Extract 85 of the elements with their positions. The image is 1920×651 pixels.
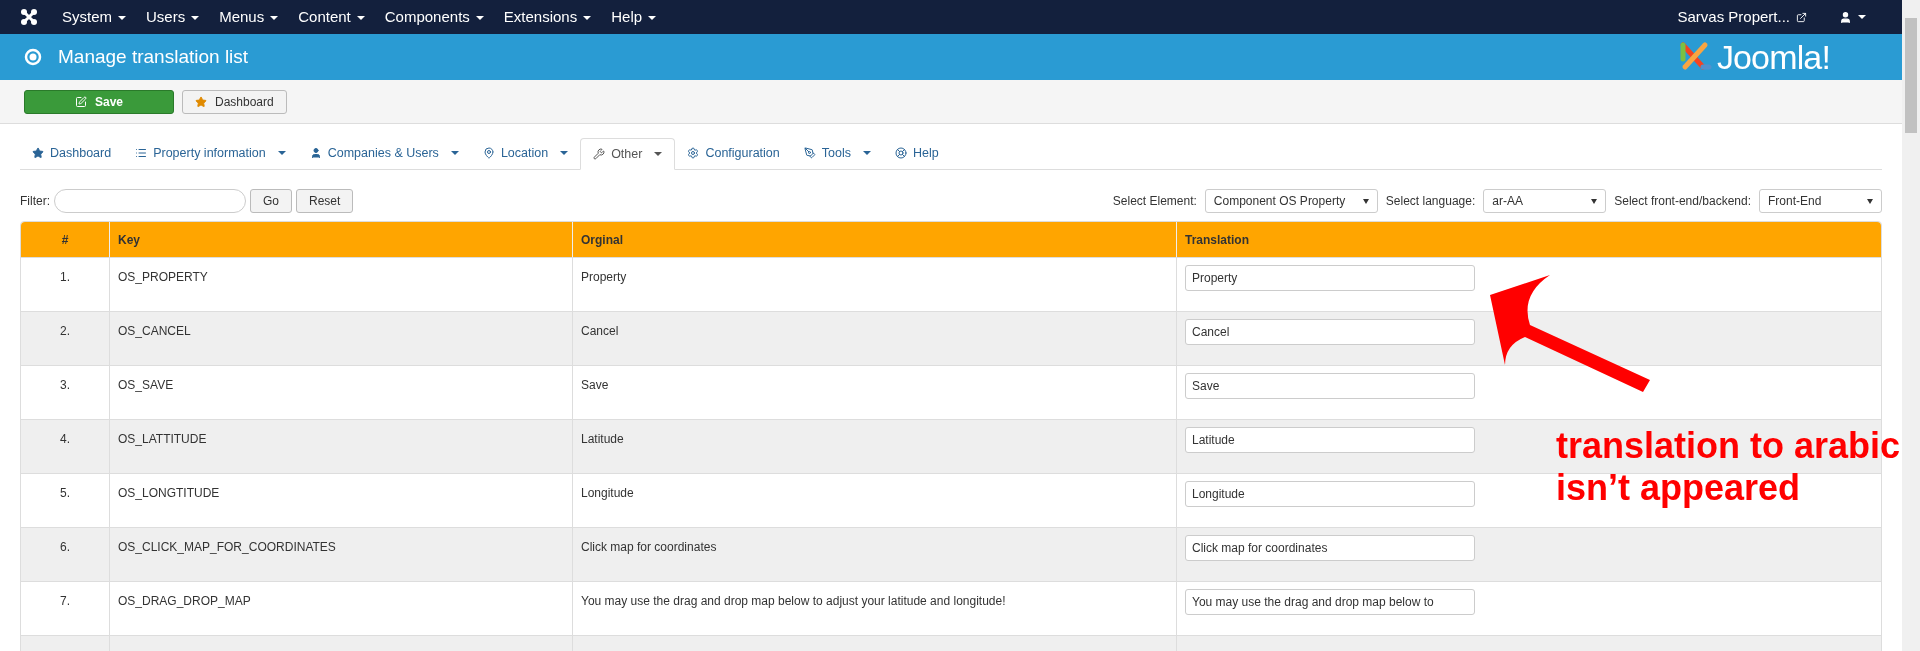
translation-field[interactable]: Property <box>1185 265 1475 291</box>
select-label: Select language: <box>1385 193 1476 210</box>
translation-field[interactable]: Save <box>1185 373 1475 399</box>
caret-icon <box>118 15 126 20</box>
nav-tab[interactable]: Tools <box>791 137 883 169</box>
star-icon <box>32 147 44 159</box>
menu-item[interactable]: Extensions <box>503 5 592 29</box>
joomla-logo-icon <box>20 8 38 26</box>
caret-icon <box>1858 15 1866 19</box>
caret-icon <box>191 15 200 20</box>
table-cell: 6. <box>60 540 70 554</box>
annotation-text: translation to arabic isn’t appeared <box>1556 425 1902 509</box>
nav-tab[interactable]: Location <box>470 137 581 169</box>
site-link[interactable]: Sarvas Propert... <box>1677 5 1790 29</box>
table-cell: 4. <box>60 432 70 446</box>
user-icon[interactable] <box>1839 10 1852 24</box>
table-cell: 3. <box>60 378 70 392</box>
nav-tab[interactable]: Property information <box>123 137 298 169</box>
table-cell: Latitude <box>581 432 624 446</box>
lifebuoy-icon <box>894 147 907 159</box>
table-cell: OS_CLICK_MAP_FOR_COORDINATES <box>118 540 336 554</box>
dropdown-caret-icon <box>1362 198 1369 204</box>
table-cell: 2. <box>60 324 70 338</box>
wrench-icon <box>593 148 606 160</box>
caret-icon <box>356 15 365 20</box>
joomla-logo-text: Joomla! <box>1716 36 1830 78</box>
table-cell: 7. <box>60 594 70 608</box>
table-cell: Property <box>581 270 627 284</box>
nav-tab[interactable]: Dashboard <box>20 137 124 169</box>
caret-icon <box>648 15 657 20</box>
menu-item[interactable]: Help <box>611 5 657 29</box>
dropdown-caret-icon <box>1867 198 1873 204</box>
nav-tab[interactable]: Help <box>882 137 951 169</box>
table-cell: Longitude <box>581 486 634 500</box>
table-cell: You may use the drag and drop map below to adjust your latitude and longitude! <box>581 594 1006 608</box>
radio-circle-icon <box>24 48 42 66</box>
external-link-icon <box>1796 11 1807 23</box>
table-cell: OS_PROPERTY <box>118 270 208 284</box>
translation-field[interactable]: Latitude <box>1185 427 1475 453</box>
table-cell: OS_LONGTITUDE <box>118 486 220 500</box>
caret-icon <box>583 15 592 20</box>
caret-icon <box>270 15 279 20</box>
translation-field[interactable]: You may use the drag and drop map below to <box>1185 589 1475 615</box>
edit-icon <box>75 95 87 108</box>
list-icon <box>135 147 148 159</box>
page-title: Manage translation list <box>58 44 249 69</box>
column-header: # <box>60 231 70 249</box>
nav-tab[interactable]: Other <box>580 138 676 170</box>
table-cell: OS_SAVE <box>118 378 174 392</box>
table-cell: Save <box>581 378 609 392</box>
select-dropdown[interactable]: Component OS Property <box>1204 189 1378 213</box>
menu-item[interactable]: Components <box>384 5 484 29</box>
select-label: Select front-end/backend: <box>1614 193 1751 210</box>
nav-tab[interactable]: Companies & Users <box>297 137 471 169</box>
translation-field[interactable]: Cancel <box>1185 319 1475 345</box>
gear-icon <box>687 147 700 159</box>
table-cell: Click map for coordinates <box>581 540 717 554</box>
save-button[interactable]: Save <box>24 89 174 114</box>
select-label: Select Element: <box>1112 193 1197 210</box>
filter-label: Filter: <box>20 193 50 210</box>
user-icon <box>309 147 322 159</box>
table-cell: Cancel <box>581 324 619 338</box>
menu-item[interactable]: System <box>62 5 126 29</box>
select-dropdown[interactable]: Front-End <box>1759 189 1882 213</box>
pen-icon <box>803 147 816 159</box>
filter-button[interactable]: Reset <box>296 189 354 213</box>
table-cell: 1. <box>60 270 70 284</box>
table-cell: OS_DRAG_DROP_MAP <box>118 594 251 608</box>
menu-item[interactable]: Content <box>298 5 365 29</box>
menu-item[interactable]: Menus <box>219 5 279 29</box>
table-cell: OS_CANCEL <box>118 324 191 338</box>
filter-button[interactable]: Go <box>250 189 292 213</box>
nav-tab[interactable]: Configuration <box>675 137 792 169</box>
dashboard-button[interactable]: Dashboard <box>182 89 287 114</box>
table-cell: OS_LATTITUDE <box>118 432 207 446</box>
translation-field[interactable]: Click map for coordinates <box>1185 535 1475 561</box>
table-cell: 5. <box>60 486 70 500</box>
pin-icon <box>482 147 495 159</box>
dropdown-caret-icon <box>1591 198 1598 204</box>
translation-field[interactable]: Longitude <box>1185 481 1475 507</box>
select-dropdown[interactable]: ar-AA <box>1483 189 1607 213</box>
filter-field[interactable] <box>54 189 246 213</box>
star-icon <box>195 95 207 108</box>
caret-icon <box>475 15 484 20</box>
menu-item[interactable]: Users <box>146 5 200 29</box>
